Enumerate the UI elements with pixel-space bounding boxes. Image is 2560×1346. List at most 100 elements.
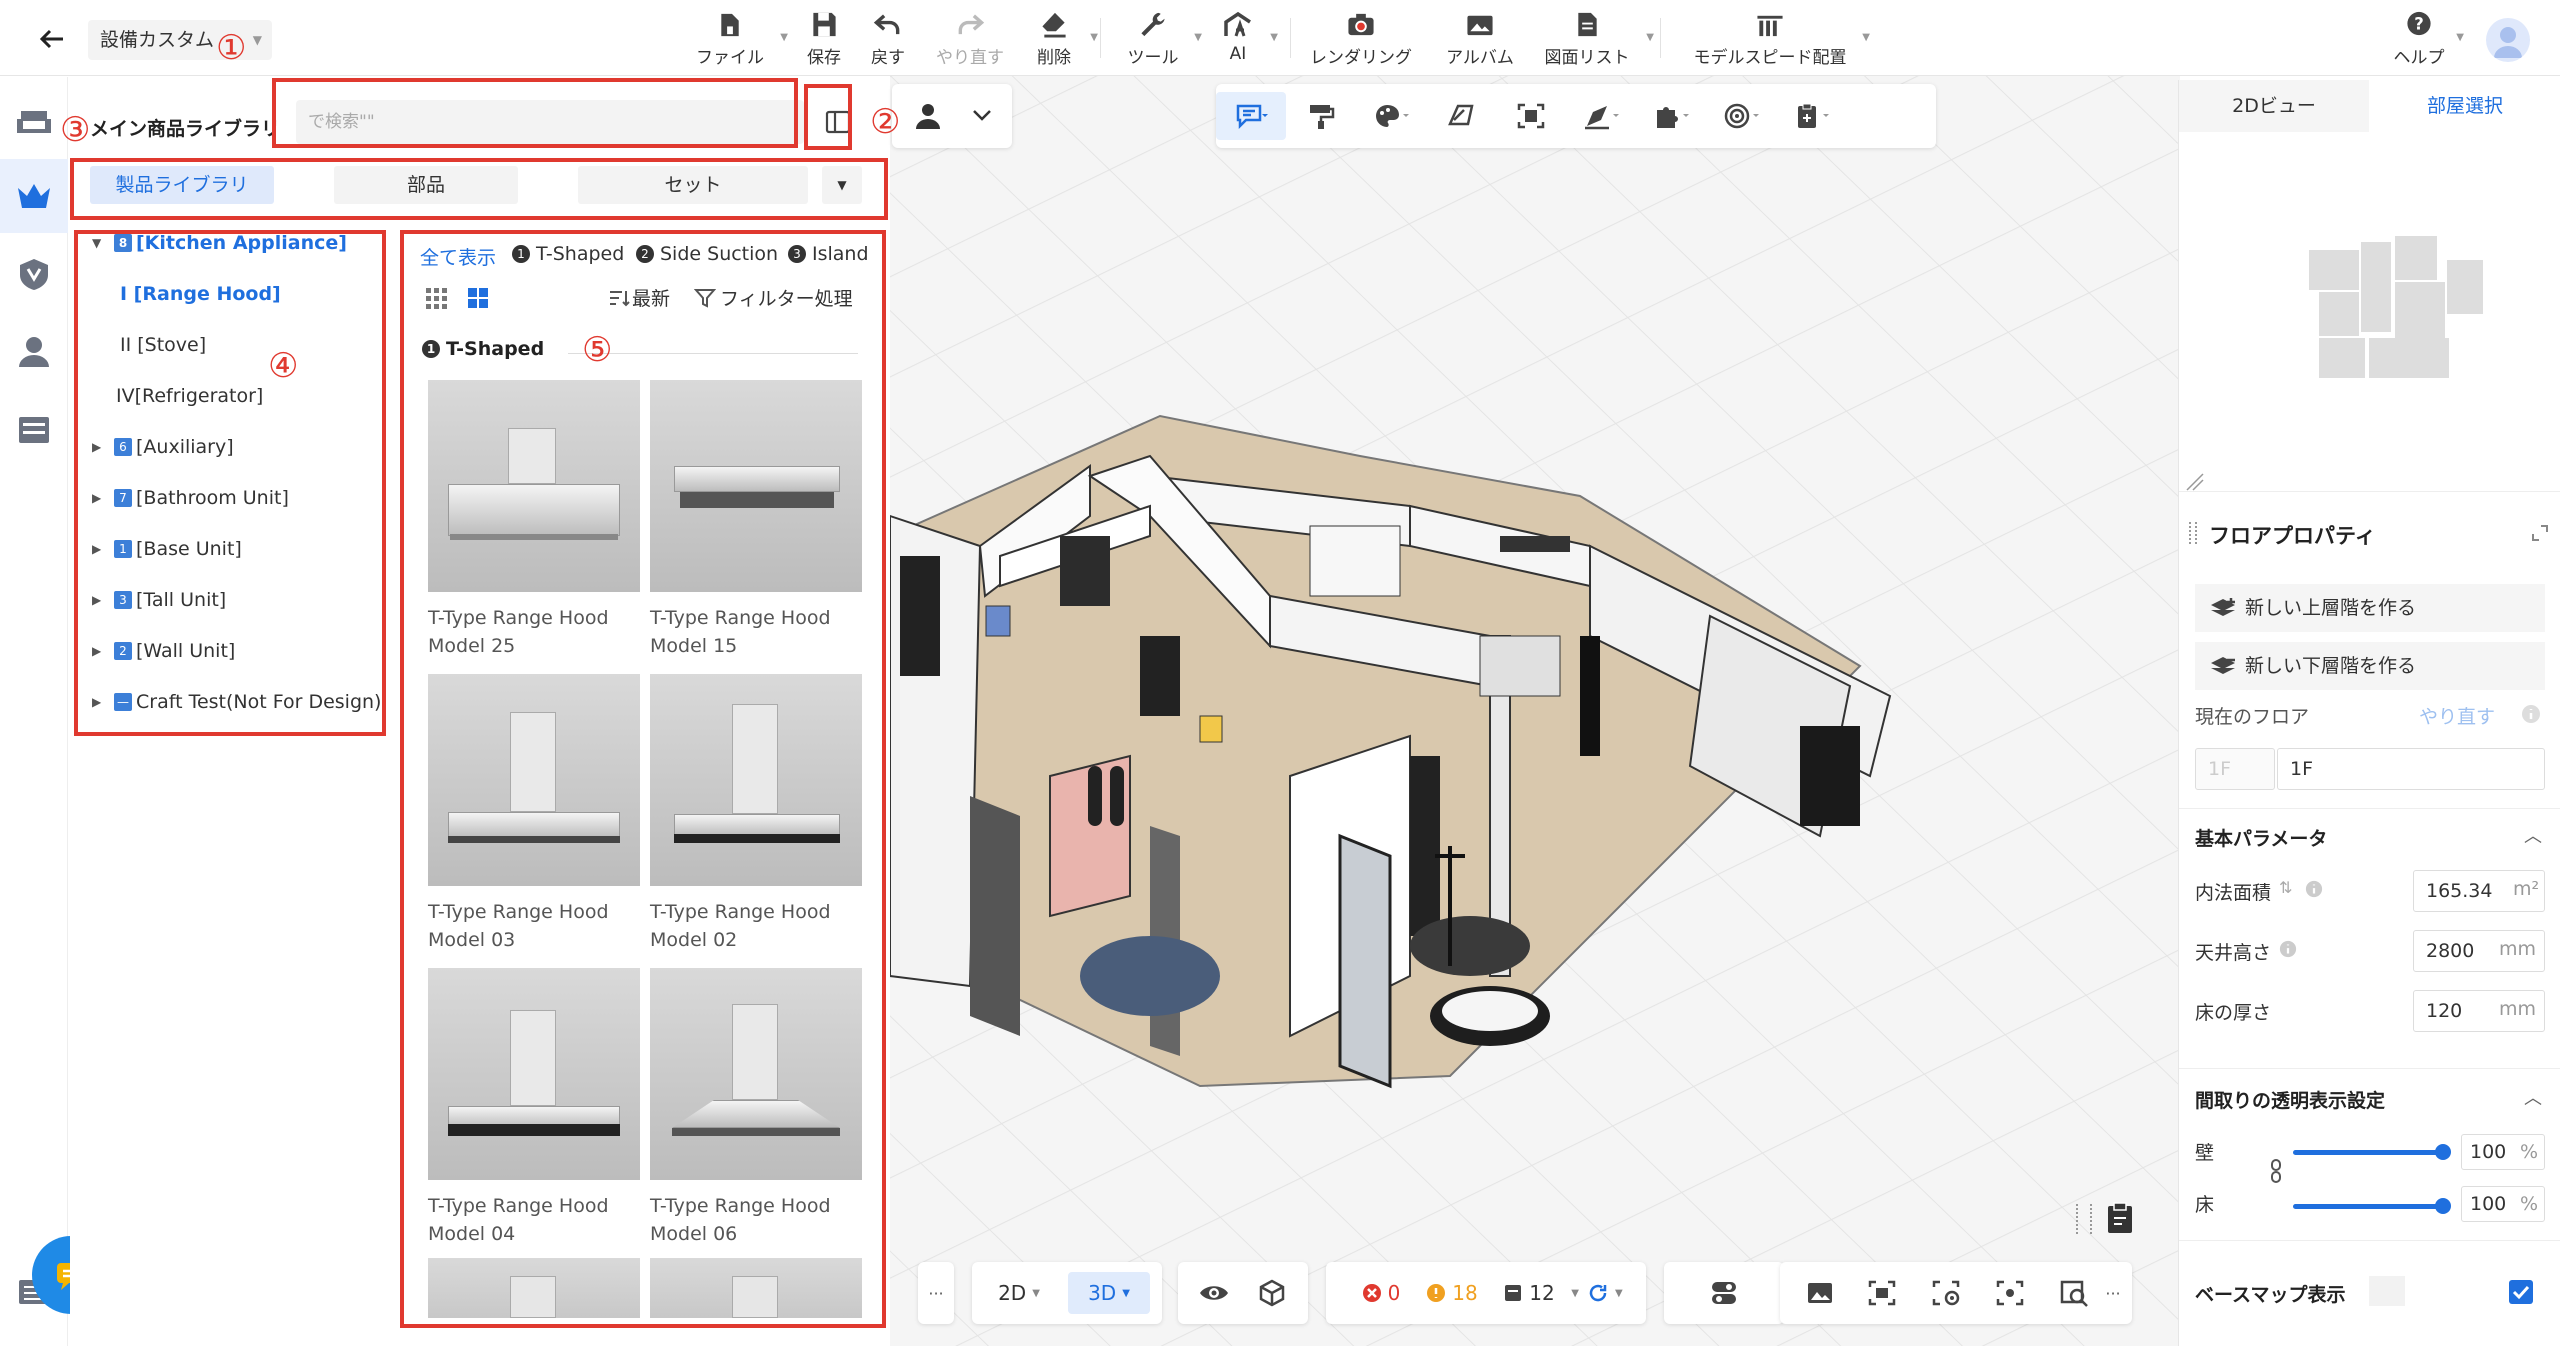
viewer-user-menu[interactable] <box>892 84 1012 148</box>
mode-2d-button[interactable]: 2D ▼ <box>986 1272 1052 1314</box>
new-lower-floor-button[interactable]: 新しい下層階を作る <box>2195 642 2545 690</box>
nav-cabinet[interactable] <box>0 393 68 467</box>
model-speed-icon <box>1757 15 1783 37</box>
annotation-icon <box>1236 104 1268 130</box>
wrench-icon <box>1141 12 1165 37</box>
redo-link[interactable]: やり直す <box>2419 702 2495 729</box>
undo-icon <box>873 14 900 35</box>
transparency-title: 間取りの透明表示設定 <box>2195 1090 2386 1112</box>
nav-user[interactable] <box>0 315 68 389</box>
3d-viewport[interactable] <box>890 76 2180 1346</box>
item-count[interactable]: 12 <box>1498 1272 1560 1314</box>
clipboard-button[interactable] <box>1776 92 1846 140</box>
floor-opacity-input[interactable]: 100% <box>2461 1186 2545 1222</box>
slider-knob[interactable] <box>2435 1144 2451 1160</box>
focus-button[interactable] <box>1988 1272 2032 1314</box>
material-button[interactable] <box>1356 92 1426 140</box>
floor-properties-title: フロアプロパティ <box>2209 524 2376 548</box>
back-button[interactable] <box>22 18 82 60</box>
target-button[interactable] <box>1706 92 1776 140</box>
sort-toggle-icon[interactable]: ⇅ <box>2279 878 2292 897</box>
nav-brand[interactable] <box>0 237 68 311</box>
new-upper-floor-button[interactable]: 新しい上層階を作る <box>2195 584 2545 632</box>
toolbar-save[interactable]: 保存 <box>800 10 848 68</box>
paint-roller-button[interactable] <box>1286 92 1356 140</box>
annotation-box-product-list <box>400 230 886 1328</box>
toolbar-ai[interactable]: AI ▼ <box>1218 10 1278 68</box>
slider-knob[interactable] <box>2435 1198 2451 1214</box>
floor-opacity-slider[interactable] <box>2293 1198 2451 1214</box>
nav-floorplan[interactable] <box>0 84 68 158</box>
redo-icon <box>958 14 985 35</box>
toolbar-album[interactable]: アルバム <box>1440 10 1520 68</box>
refresh-icon <box>1589 1284 1607 1302</box>
layers-down-icon <box>2211 657 2235 674</box>
warning-count[interactable]: 18 <box>1420 1272 1484 1314</box>
toggle-settings-button[interactable] <box>1702 1272 1746 1314</box>
divider <box>1290 18 1291 58</box>
floor-name-input[interactable]: 1F <box>2277 748 2545 790</box>
toolbar-drawing-list[interactable]: 図面リスト ▼ <box>1540 10 1654 68</box>
surface-button[interactable] <box>1426 92 1496 140</box>
annotation-tool-button[interactable] <box>1216 92 1286 140</box>
house-3d-model[interactable] <box>890 76 2180 1346</box>
select-region-button[interactable] <box>1496 92 1566 140</box>
puzzle-icon <box>1657 107 1689 128</box>
user-icon <box>2494 27 2522 58</box>
drag-handle[interactable] <box>2189 522 2197 544</box>
plugin-button[interactable] <box>1636 92 1706 140</box>
inner-area-label: 内法面積 <box>2195 882 2272 904</box>
bottom-more-left-button[interactable]: ··· <box>918 1262 954 1324</box>
toolbar-file[interactable]: ファイル ▼ <box>692 10 788 68</box>
annotation-label-1: ① <box>216 28 247 68</box>
link-chain-icon[interactable] <box>2269 1156 2283 1186</box>
resize-handle-icon[interactable] <box>2185 472 2205 492</box>
floor-select[interactable]: 1F <box>2195 748 2275 790</box>
chevron-up-icon[interactable]: ︿ <box>2524 822 2542 848</box>
cabinet-icon <box>19 417 49 443</box>
check-icon <box>2512 1285 2530 1300</box>
screenshot-region-button[interactable] <box>1860 1272 1904 1314</box>
warning-icon <box>1427 1284 1446 1302</box>
more-button[interactable]: ··· <box>2098 1272 2128 1314</box>
toolbar-undo[interactable]: 戻す <box>864 10 912 68</box>
zoom-icon <box>2060 1280 2088 1307</box>
wall-opacity-input[interactable]: 100% <box>2461 1134 2545 1170</box>
shield-v-icon <box>20 259 48 290</box>
toolbar-redo[interactable]: やり直す <box>930 10 1010 68</box>
toolbar-tools[interactable]: ツール ▼ <box>1124 10 1202 68</box>
toolbar-render[interactable]: レンダリング <box>1308 10 1414 68</box>
crown-icon <box>18 184 50 208</box>
error-count[interactable]: 0 <box>1356 1272 1406 1314</box>
minimap[interactable] <box>2179 132 2560 492</box>
project-name: 設備カスタム <box>100 29 215 51</box>
annotation-box-layout-toggle <box>804 84 852 150</box>
wall-label: 壁 <box>2195 1142 2215 1164</box>
toolbar-help[interactable]: ? ヘルプ ▼ <box>2394 10 2464 68</box>
user-avatar[interactable] <box>2486 18 2530 62</box>
cube-view-button[interactable] <box>1250 1272 1294 1314</box>
area-unit: m² <box>2513 878 2540 900</box>
toolbar-model-speed[interactable]: モデルスピード配置 ▼ <box>1690 10 1870 68</box>
measure-button[interactable] <box>1566 92 1636 140</box>
visibility-button[interactable] <box>1192 1272 1236 1314</box>
clipboard-float-button[interactable] <box>2098 1196 2142 1240</box>
image-button[interactable] <box>1798 1272 1842 1314</box>
settings-group <box>1664 1262 1784 1324</box>
basemap-checkbox[interactable] <box>2509 1280 2533 1304</box>
nav-product-library[interactable] <box>0 159 68 233</box>
zoom-frame-button[interactable] <box>2052 1272 2096 1314</box>
surface-icon <box>1448 104 1474 126</box>
mode-3d-button[interactable]: 3D ▼ <box>1068 1272 1150 1314</box>
tab-room-select[interactable]: 部屋選択 <box>2369 80 2560 132</box>
capture-settings-button[interactable] <box>1924 1272 1968 1314</box>
expand-icon[interactable] <box>2531 524 2549 542</box>
drag-handle[interactable] <box>2076 1204 2092 1234</box>
wall-opacity-slider[interactable] <box>2293 1144 2451 1160</box>
refresh-dropdown[interactable]: ▼ ▼ <box>1562 1272 1632 1314</box>
minimap-floorplan <box>2309 236 2483 378</box>
toolbar-delete[interactable]: 削除 ▼ <box>1030 10 1098 68</box>
tab-2d-view[interactable]: 2Dビュー <box>2179 80 2369 132</box>
chevron-up-icon[interactable]: ︿ <box>2524 1084 2542 1110</box>
view-toolbar <box>1216 84 1936 148</box>
